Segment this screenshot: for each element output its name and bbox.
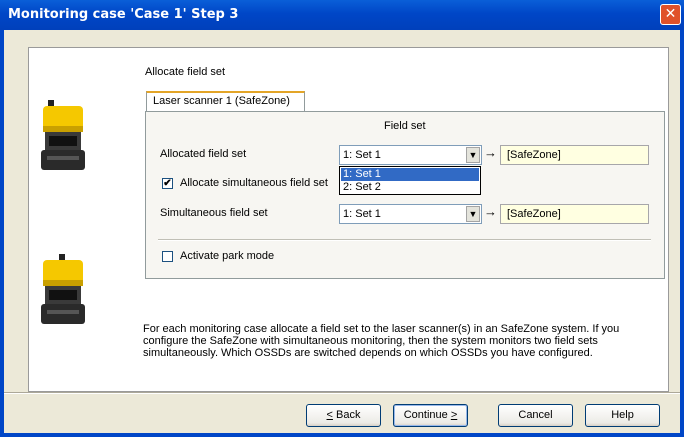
activate-park-mode-label: Activate park mode [180, 250, 275, 262]
help-button[interactable]: Help [585, 404, 660, 427]
button-separator [4, 392, 680, 394]
close-icon: ✕ [664, 6, 677, 22]
safety-laser-scanner-icon [41, 254, 85, 324]
allocated-field-set-value: 1: Set 1 [343, 149, 381, 161]
allocate-simultaneous-label: Allocate simultaneous field set [180, 177, 328, 189]
chevron-down-icon[interactable]: ▼ [466, 147, 480, 163]
simultaneous-result-field: [SafeZone] [500, 204, 649, 224]
simultaneous-field-set-value: 1: Set 1 [343, 208, 381, 220]
cancel-button[interactable]: Cancel [498, 404, 573, 427]
chevron-down-icon[interactable]: ▼ [466, 206, 480, 222]
description-text: For each monitoring case allocate a fiel… [143, 323, 663, 359]
description-line: For each monitoring case allocate a fiel… [143, 323, 620, 335]
right-arrow-icon: → [484, 204, 497, 219]
continue-mnemonic: > [450, 409, 458, 421]
side-image-panel [28, 47, 136, 392]
continue-button[interactable]: Continue > [393, 404, 468, 427]
checkmark-icon: ✔ [163, 178, 172, 189]
dropdown-option-set-1[interactable]: 1: Set 1 [341, 168, 479, 181]
continue-label: Continue [403, 409, 451, 421]
field-set-dropdown-list[interactable]: 1: Set 1 2: Set 2 [339, 166, 481, 195]
close-button[interactable]: ✕ [660, 4, 681, 25]
divider [158, 239, 651, 241]
back-button[interactable]: < Back [306, 404, 381, 427]
allocate-simultaneous-checkbox[interactable]: ✔ [162, 178, 173, 189]
safety-laser-scanner-icon [41, 100, 85, 170]
allocated-field-set-label: Allocated field set [160, 148, 247, 160]
simultaneous-field-set-label: Simultaneous field set [160, 207, 268, 219]
title-bar: Monitoring case 'Case 1' Step 3 ✕ [0, 0, 684, 30]
dropdown-option-set-2[interactable]: 2: Set 2 [341, 181, 479, 194]
field-set-heading: Field set [384, 120, 426, 132]
section-title: Allocate field set [145, 66, 226, 78]
tab-laser-scanner-1[interactable]: Laser scanner 1 (SafeZone) [146, 91, 305, 111]
help-label: Help [611, 409, 634, 421]
allocated-field-set-select[interactable]: 1: Set 1 ▼ [339, 145, 482, 165]
back-label: Back [332, 409, 361, 421]
right-arrow-icon: → [484, 145, 497, 160]
allocated-result-field: [SafeZone] [500, 145, 649, 165]
description-line: simultaneously. Which OSSDs are switched… [143, 347, 593, 359]
simultaneous-result-value: [SafeZone] [507, 208, 561, 220]
window-title: Monitoring case 'Case 1' Step 3 [8, 7, 239, 22]
cancel-label: Cancel [518, 409, 553, 421]
simultaneous-field-set-select[interactable]: 1: Set 1 ▼ [339, 204, 482, 224]
activate-park-mode-checkbox[interactable] [162, 251, 173, 262]
allocated-result-value: [SafeZone] [507, 149, 561, 161]
tab-label: Laser scanner 1 (SafeZone) [153, 95, 290, 107]
description-line: configure the SafeZone with simultaneous… [143, 335, 598, 347]
